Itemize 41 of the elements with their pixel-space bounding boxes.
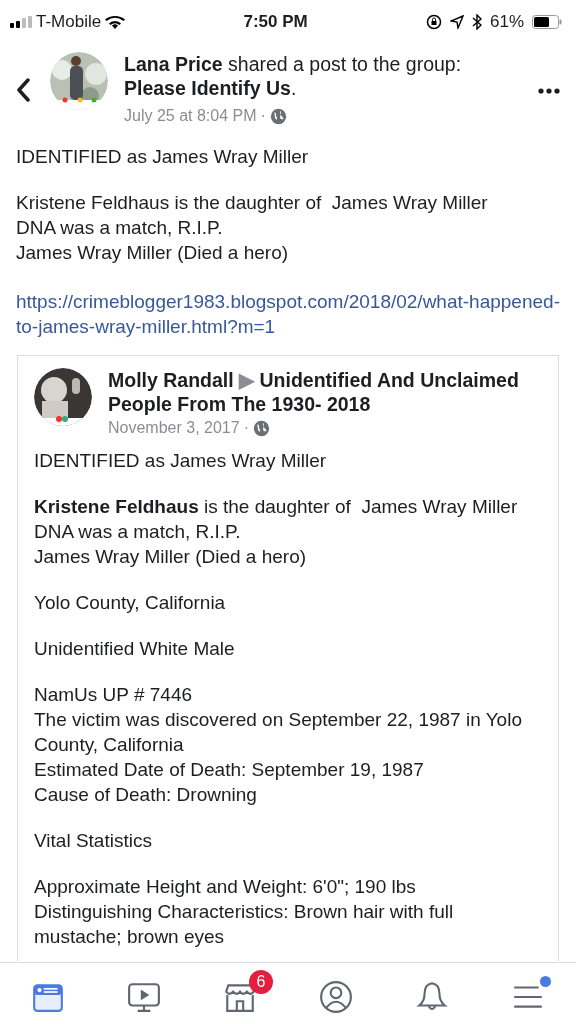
post-text-line: Approximate Height and Weight: 6'0"; 190 lbs — [34, 875, 417, 899]
post-text-line: Estimated Date of Death: September 19, 1987 — [34, 758, 425, 782]
post-text-line: Vital Statistics — [34, 829, 153, 853]
notification-badge: 6 — [249, 969, 273, 994]
post-text-line: IDENTIFIED as James Wray Miller — [34, 449, 328, 473]
back-button[interactable] — [16, 77, 30, 103]
post-text-line: James Wray Miller (Died a hero) — [34, 545, 308, 569]
globe-icon — [269, 107, 287, 125]
rotation-lock-icon — [425, 14, 442, 30]
post-text-line: Yolo County, California — [34, 591, 227, 615]
post-header-text: Lana Price shared a post to the group: Please Identify Us. — [124, 52, 463, 100]
post-text-line: Kristene Feldhaus is the daughter of James Wray Miller — [34, 495, 519, 519]
more-icon — [538, 87, 560, 94]
post-text-line: Kristene Feldhaus is the daughter of James Wray Miller — [16, 191, 489, 215]
post-text-line: Cause of Death: Drowning — [34, 783, 258, 807]
location-icon — [449, 15, 464, 29]
profile-icon — [319, 979, 353, 1014]
marketplace-tab[interactable]: 6 — [207, 969, 273, 1018]
post-link[interactable]: https://crimeblogger1983.blogspot.com/2018/02/what-happened-to-james-wray-miller.html?m=1 — [16, 289, 560, 339]
shared-post-header-text: Molly Randall ▶ Unidentified And Unclaimed People From The 1930- 2018 — [108, 368, 520, 416]
post-time: July 25 at 8:04 PM — [124, 106, 257, 126]
post-text-line: DNA was a match, R.I.P. — [16, 216, 224, 240]
post-text-line: DNA was a match, R.I.P. — [34, 520, 242, 544]
globe-icon — [252, 419, 270, 437]
separator-dot: · — [260, 106, 266, 126]
clock: 7:50 PM — [243, 11, 308, 34]
carrier-name: T-Mobile — [36, 11, 102, 34]
post-text-line: NamUs UP # 7446 — [34, 683, 194, 707]
post-text-line: The victim was discovered on September 22, 1987 in Yolo County, California — [34, 708, 523, 757]
post-text-line: Unidentified White Male — [34, 637, 236, 661]
battery-percent: 61% — [489, 11, 524, 34]
post-text-line: IDENTIFIED as James Wray Miller — [16, 145, 310, 169]
back-icon — [16, 78, 30, 103]
separator-dot: · — [243, 418, 249, 438]
wifi-icon — [105, 15, 126, 29]
post-text-line: Distinguishing Characteristics: Brown hair with full mustache; brown eyes — [34, 900, 455, 949]
bluetooth-icon — [471, 14, 482, 30]
signal-icon — [10, 16, 32, 28]
post-time: November 3, 2017 — [108, 418, 240, 438]
battery-icon — [532, 15, 562, 29]
post-text-line: James Wray Miller (Died a hero) — [16, 241, 290, 265]
